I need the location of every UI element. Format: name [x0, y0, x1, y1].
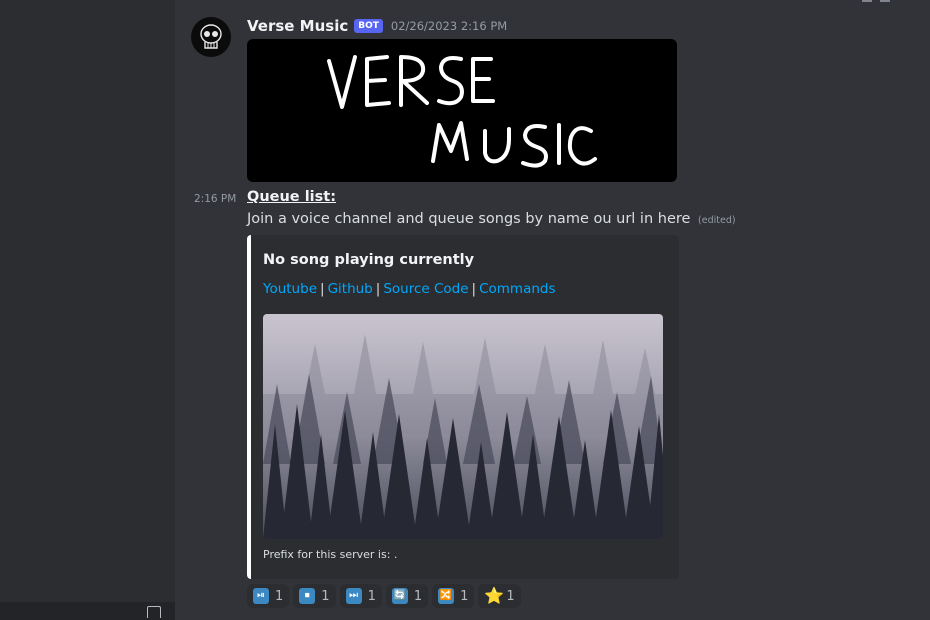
embed-footer: Prefix for this server is: .	[263, 548, 398, 561]
popout-icon[interactable]	[147, 606, 161, 618]
hover-timestamp: 2:16 PM	[194, 193, 237, 205]
message-content: Join a voice channel and queue songs by …	[247, 211, 736, 227]
chat-area: Verse Music BOT 02/26/2023 2:16 PM 2:16 …	[175, 0, 930, 620]
shuffle-icon: 🔀	[438, 588, 455, 604]
reaction-shuffle[interactable]: 🔀 1	[432, 584, 475, 608]
stop-icon: ⏹	[299, 588, 316, 604]
reaction-count: 1	[367, 588, 376, 604]
github-link[interactable]: Github	[328, 281, 373, 297]
message-header: Verse Music BOT 02/26/2023 2:16 PM	[247, 16, 507, 36]
link-separator: |	[471, 281, 477, 297]
reaction-count: 1	[321, 588, 330, 604]
reaction-repeat[interactable]: 🔄 1	[385, 584, 429, 608]
foggy-forest-image	[263, 314, 663, 539]
source-code-link[interactable]: Source Code	[383, 281, 468, 297]
username[interactable]: Verse Music	[247, 17, 348, 35]
star-icon: ⭐	[484, 586, 505, 605]
message-text: Join a voice channel and queue songs by …	[247, 211, 691, 227]
repeat-icon: 🔄	[391, 588, 408, 604]
commands-link[interactable]: Commands	[479, 281, 555, 297]
edited-label: (edited)	[698, 215, 736, 226]
sidebar-footer	[0, 602, 175, 620]
embed-image[interactable]	[263, 314, 663, 539]
link-separator: |	[375, 281, 381, 297]
banner-image[interactable]	[247, 39, 677, 182]
embed-title: No song playing currently	[263, 252, 475, 268]
next-track-icon: ⏭	[345, 588, 362, 604]
avatar[interactable]	[191, 17, 231, 57]
reaction-count: 1	[413, 588, 423, 604]
reactions-bar: ⏯ 1 ⏹ 1 ⏭ 1 🔄 1 🔀 1 ⭐ 1	[247, 584, 521, 608]
channel-sidebar	[0, 0, 175, 620]
reaction-star[interactable]: ⭐ 1	[478, 584, 521, 608]
reaction-count: 1	[506, 588, 515, 604]
reaction-next-track[interactable]: ⏭ 1	[339, 584, 382, 608]
link-separator: |	[320, 281, 325, 297]
reaction-count: 1	[275, 588, 284, 604]
reaction-play-pause[interactable]: ⏯ 1	[247, 584, 290, 608]
embed-links: Youtube | Github | Source Code | Commands	[263, 281, 556, 297]
queue-title: Queue list:	[247, 189, 336, 205]
bot-badge: BOT	[354, 19, 383, 33]
play-pause-icon: ⏯	[253, 588, 269, 604]
skull-icon	[200, 24, 222, 49]
banner-logo	[327, 55, 597, 168]
reaction-stop[interactable]: ⏹ 1	[293, 584, 336, 608]
message-timestamp: 02/26/2023 2:16 PM	[390, 19, 508, 33]
embed: No song playing currently Youtube | Github…	[247, 235, 679, 579]
reaction-count: 1	[460, 588, 469, 604]
youtube-link[interactable]: Youtube	[263, 281, 317, 297]
